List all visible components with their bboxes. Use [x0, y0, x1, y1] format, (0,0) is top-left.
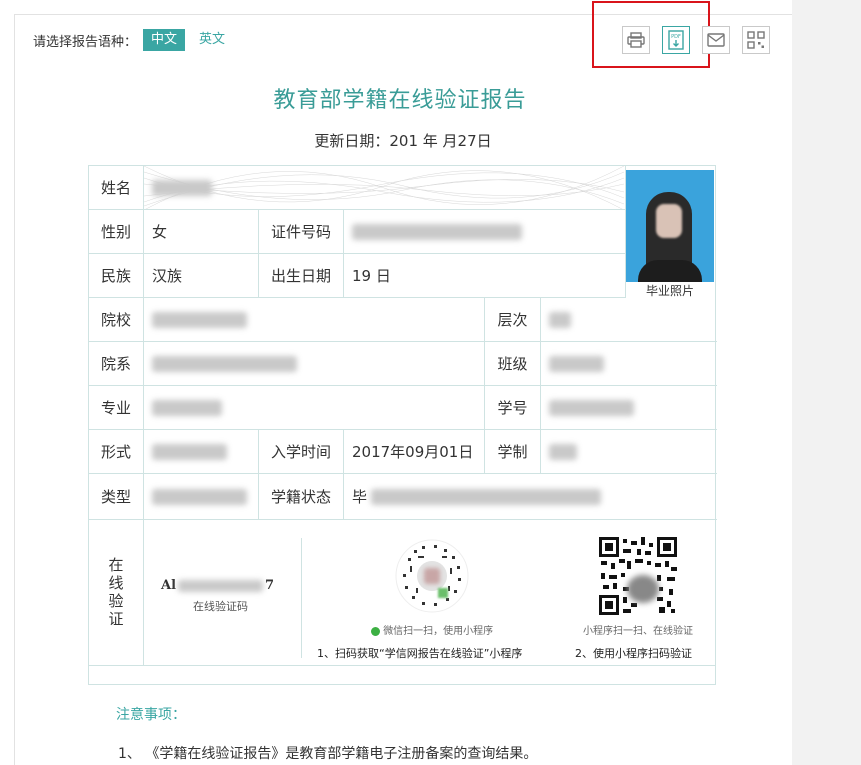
language-option-english[interactable]: 英文 [191, 29, 233, 51]
gender-label: 性别 [89, 210, 144, 254]
status-label: 学籍状态 [259, 474, 344, 520]
class-redacted [549, 355, 604, 372]
student-photo [626, 170, 714, 298]
major-label: 专业 [89, 386, 144, 430]
qr-step-text: 2、使用小程序扫码验证 [575, 647, 692, 660]
status-value: 毕 [344, 474, 717, 520]
verify-bottom-border [89, 665, 715, 666]
qr-code-icon [747, 31, 765, 49]
level-redacted [549, 311, 571, 328]
status-value-text: 毕 [352, 488, 368, 506]
form-redacted [152, 443, 227, 460]
type-redacted [152, 488, 247, 505]
status-redacted [371, 488, 602, 505]
type-value [144, 474, 259, 520]
mail-icon [707, 33, 725, 47]
mini-step-text: 1、扫码获取“学信网报告在线验证”小程序 [317, 647, 523, 660]
id-redacted [352, 223, 522, 240]
qr-scan-hint: 小程序扫一扫、在线验证 [583, 626, 693, 637]
left-border [14, 14, 15, 765]
toolbar-highlight-box [592, 1, 710, 68]
update-date-text: 更新日期：201 年 月27日 [314, 132, 492, 150]
mini-scan-hint-text: 微信扫一扫，使用小程序 [383, 626, 494, 637]
pdf-download-icon: PDF [668, 30, 684, 50]
verify-code-redacted [178, 579, 264, 592]
school-value [144, 298, 485, 342]
student-no-label: 学号 [485, 386, 541, 430]
class-value [541, 342, 717, 386]
report-title: 教育部学籍在线验证报告 [273, 88, 527, 113]
verify-code-suffix: 7 [265, 578, 275, 593]
mini-program-code[interactable] [394, 538, 470, 614]
student-no-redacted [549, 399, 634, 416]
mini-scan-hint: 微信扫一扫，使用小程序 [371, 622, 493, 637]
student-no-value [541, 386, 717, 430]
language-selector: 请选择报告语种： 中文 英文 [33, 29, 233, 51]
school-label: 院校 [89, 298, 144, 342]
language-prompt: 请选择报告语种： [33, 34, 138, 50]
duration-label: 学制 [485, 430, 541, 474]
enroll-value: 2017年09月01日 [344, 430, 485, 474]
svg-text:PDF: PDF [671, 34, 681, 40]
name-label: 姓名 [89, 166, 144, 210]
verify-label-text: 在线验证 [106, 556, 125, 629]
enroll-label: 入学时间 [259, 430, 344, 474]
id-value [344, 210, 626, 254]
page-gutter [792, 0, 861, 765]
qr-code-button[interactable] [742, 26, 770, 54]
birth-label: 出生日期 [259, 254, 344, 298]
ethnicity-value: 汉族 [144, 254, 259, 298]
type-label: 类型 [89, 474, 144, 520]
language-option-chinese[interactable]: 中文 [143, 29, 186, 51]
duration-value [541, 430, 717, 474]
dept-redacted [152, 355, 297, 372]
dept-label: 院系 [89, 342, 144, 386]
name-redacted [152, 179, 212, 196]
level-value [541, 298, 717, 342]
printer-icon [627, 32, 645, 48]
name-value [144, 166, 626, 210]
dept-value [144, 342, 485, 386]
email-button[interactable] [702, 26, 730, 54]
level-label: 层次 [485, 298, 541, 342]
class-label: 班级 [485, 342, 541, 386]
verify-label: 在线验证 [89, 520, 144, 665]
notes-title: 注意事项： [116, 707, 186, 723]
verify-divider [301, 538, 302, 658]
school-redacted [152, 311, 247, 328]
verify-code-prefix: Al [161, 578, 177, 593]
form-label: 形式 [89, 430, 144, 474]
birth-value: 19 日 [344, 254, 626, 298]
duration-redacted [549, 443, 577, 460]
update-date: 更新日期：201 年 月27日 [0, 130, 806, 151]
major-redacted [152, 399, 222, 416]
wechat-icon [371, 626, 380, 636]
verify-qr-code[interactable] [597, 535, 679, 617]
print-button[interactable] [622, 26, 650, 54]
ethnicity-label: 民族 [89, 254, 144, 298]
photo-face-blurred [656, 204, 682, 238]
verify-code-caption: 在线验证码 [193, 600, 248, 613]
report-table: 姓名 性别 女 证件号码 民族 汉族 出生日期 19 日 毕业照片 院校 层次 … [88, 165, 717, 685]
pdf-download-button[interactable]: PDF [662, 26, 690, 54]
verify-code: Al 7 [161, 578, 274, 593]
gender-value: 女 [144, 210, 259, 254]
major-value [144, 386, 485, 430]
notes-item: 1、 《学籍在线验证报告》是教育部学籍电子注册备案的查询结果。 [118, 746, 538, 762]
id-label: 证件号码 [259, 210, 344, 254]
form-value [144, 430, 259, 474]
